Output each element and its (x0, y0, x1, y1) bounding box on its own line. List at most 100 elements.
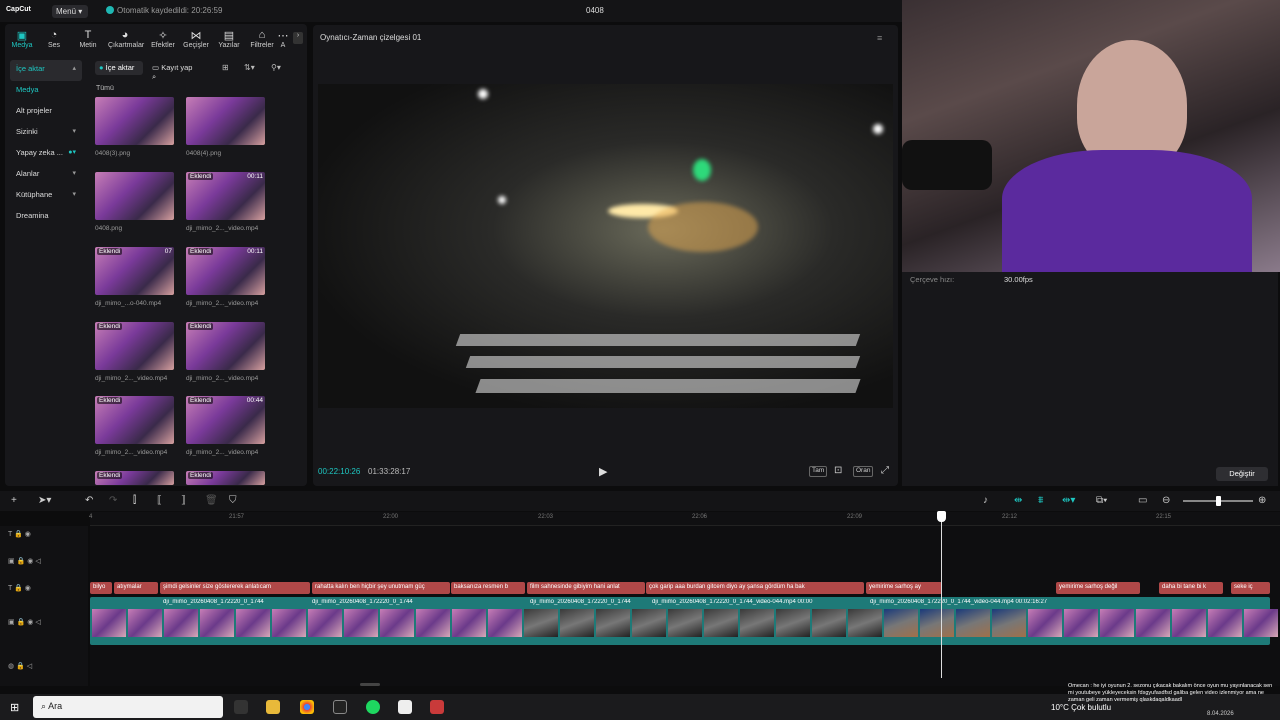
media-thumbnail[interactable]: Eklendi (95, 396, 174, 444)
screenshot-icon[interactable]: ⊡ (834, 465, 842, 476)
tab-filters[interactable]: ⌂ Filtreler (245, 29, 279, 49)
play-button[interactable]: ▶ (599, 465, 607, 478)
lock-icon[interactable]: 🔒 (17, 558, 26, 565)
import-button[interactable]: ● İçe aktar (95, 61, 143, 75)
eye-icon[interactable]: ◉ (25, 585, 31, 592)
weather-widget[interactable]: 10°C Çok bulutlu (1051, 703, 1111, 712)
media-thumbnail[interactable]: Eklendi 00:11 (186, 247, 265, 295)
player-menu-icon[interactable]: ≡ (877, 33, 882, 43)
full-quality-button[interactable]: Tam (809, 466, 828, 477)
playhead-handle[interactable] (937, 511, 946, 522)
sidebar-item-library[interactable]: Kütüphane ▾ (10, 186, 82, 207)
caption-clip[interactable]: baksanıza resmen b (451, 582, 525, 594)
playhead[interactable] (941, 512, 942, 678)
lock-icon[interactable]: 🔒 (14, 531, 23, 538)
chrome-icon[interactable] (300, 700, 314, 714)
shield-icon[interactable]: ⛉ (229, 495, 237, 506)
caption-clip[interactable]: yemirime sarhoş ay (866, 582, 942, 594)
tab-captions[interactable]: ▤ Yazılar (212, 29, 246, 49)
sidebar-item-yours[interactable]: Sizinki ▾ (10, 123, 82, 144)
tab-audio[interactable]: ◔ Ses (37, 29, 71, 49)
eye-icon[interactable]: ◉ (27, 558, 33, 565)
eye-icon[interactable]: ◉ (25, 531, 31, 538)
delete-icon[interactable]: 🗑 (205, 495, 218, 506)
video-preview (318, 84, 893, 408)
sidebar-item-subprojects[interactable]: Alt projeler (10, 102, 82, 123)
speaker-icon[interactable]: ◁ (27, 663, 32, 670)
media-thumbnail[interactable]: Eklendi (95, 471, 174, 485)
media-thumbnail[interactable]: Eklendi (186, 322, 265, 370)
lock-icon[interactable]: 🔒 (14, 585, 23, 592)
zoom-slider-handle[interactable] (1216, 496, 1221, 506)
media-thumbnail[interactable]: Eklendi (95, 322, 174, 370)
media-thumbnail[interactable]: Eklendi 00:11 (186, 172, 265, 220)
add-icon[interactable]: + (11, 495, 17, 506)
zoom-in-icon[interactable]: ⊕ (1258, 495, 1266, 506)
preview-axis-icon[interactable]: ⧉▾ (1096, 495, 1107, 506)
windows-start-icon[interactable]: ⊞ (10, 701, 19, 714)
speaker-icon[interactable]: ◁ (35, 558, 40, 565)
spotify-icon[interactable] (366, 700, 380, 714)
change-button[interactable]: Değiştir (1216, 467, 1268, 481)
tab-media[interactable]: ▣ Medya (5, 29, 39, 49)
select-tool-icon[interactable]: ➤▾ (38, 495, 51, 506)
speaker-icon[interactable]: ◁ (35, 619, 40, 626)
split-icon[interactable]: ⫿ (133, 495, 136, 506)
sidebar-item-ai[interactable]: Yapay zeka ... ●▾ (10, 144, 82, 165)
media-thumbnail[interactable] (95, 97, 174, 145)
tab-text[interactable]: T Metin (71, 29, 105, 49)
timeline-ruler[interactable] (90, 512, 1280, 526)
tab-transitions[interactable]: ⋈ Geçişler (179, 29, 213, 49)
app-icon[interactable] (430, 700, 444, 714)
media-thumbnail[interactable] (186, 97, 265, 145)
timeline-scrollbar[interactable] (360, 683, 380, 686)
redo-icon[interactable]: ↷ (109, 495, 117, 506)
caption-icon[interactable]: ▭ (1138, 495, 1147, 506)
caption-clip[interactable]: çok garip aaa burdan gitcem diyo ay şans… (646, 582, 864, 594)
caption-clip[interactable]: film sahnesinde gibiyim hani anlat (527, 582, 645, 594)
tab-adjust[interactable]: ⋯ A (275, 29, 291, 49)
caption-clip[interactable]: şimdi gelsinler size göstererek anlatıca… (160, 582, 310, 594)
task-view-icon[interactable] (234, 700, 248, 714)
zoom-out-icon[interactable]: ⊖ (1162, 495, 1170, 506)
scroll-right-button[interactable]: › (293, 32, 303, 44)
caption-clip[interactable]: yemirime sarhoş değil (1056, 582, 1140, 594)
caption-clip[interactable]: daha bi tane bi k (1159, 582, 1223, 594)
lock-icon[interactable]: 🔒 (16, 663, 25, 670)
fullscreen-icon[interactable]: ⤢ (881, 465, 889, 476)
trim-right-icon[interactable]: ⟧ (181, 495, 186, 506)
link-icon[interactable]: ⇹ (1014, 495, 1022, 506)
microphone-icon[interactable]: ♪ (983, 495, 988, 506)
ratio-button[interactable]: Oran (853, 466, 874, 477)
trim-left-icon[interactable]: ⟦ (157, 495, 162, 506)
file-explorer-icon[interactable] (266, 700, 280, 714)
snap-icon[interactable]: ⇹▾ (1062, 495, 1075, 506)
magnet-icon[interactable]: ⩩ (1038, 495, 1043, 506)
caption-clip[interactable]: atıymalar (114, 582, 158, 594)
filter-dropdown-icon[interactable]: ⚲▾ (271, 63, 281, 72)
lock-icon[interactable]: 🔒 (17, 619, 26, 626)
tab-effects[interactable]: ✧ Efektler (146, 29, 180, 49)
caption-clip[interactable]: bilyo (90, 582, 112, 594)
media-thumbnail[interactable] (95, 172, 174, 220)
sidebar-item-spaces[interactable]: Alanlar ▾ (10, 165, 82, 186)
media-thumbnail[interactable]: Eklendi 07 (95, 247, 174, 295)
video-frame (848, 609, 882, 637)
capcut-icon[interactable] (398, 700, 412, 714)
media-thumbnail[interactable]: Eklendi 00:44 (186, 396, 265, 444)
undo-icon[interactable]: ↶ (85, 495, 93, 506)
sidebar-item-dreamina[interactable]: Dreamina (10, 207, 82, 228)
record-button[interactable]: ▭ Kayıt yap ⌕ (148, 61, 198, 81)
caption-clip[interactable]: rahatta kalın ben hiçbir şey unutmam güç (312, 582, 450, 594)
sort-icon[interactable]: ⇅▾ (244, 63, 255, 72)
grid-view-icon[interactable]: ⊞ (222, 63, 229, 72)
obs-icon[interactable] (333, 700, 347, 714)
sidebar-item-import[interactable]: İçe aktar ▴ (10, 60, 82, 81)
media-thumbnail[interactable]: Eklendi (186, 471, 265, 485)
sidebar-item-media[interactable]: Medya (10, 81, 82, 102)
taskbar-search[interactable]: ⌕ Ara (33, 696, 223, 718)
menu-button[interactable]: Menü ▾ (52, 5, 88, 18)
tab-stickers[interactable]: ◕ Çıkartmalar (108, 29, 144, 49)
caption-clip[interactable]: seke iç (1231, 582, 1270, 594)
eye-icon[interactable]: ◉ (27, 619, 33, 626)
